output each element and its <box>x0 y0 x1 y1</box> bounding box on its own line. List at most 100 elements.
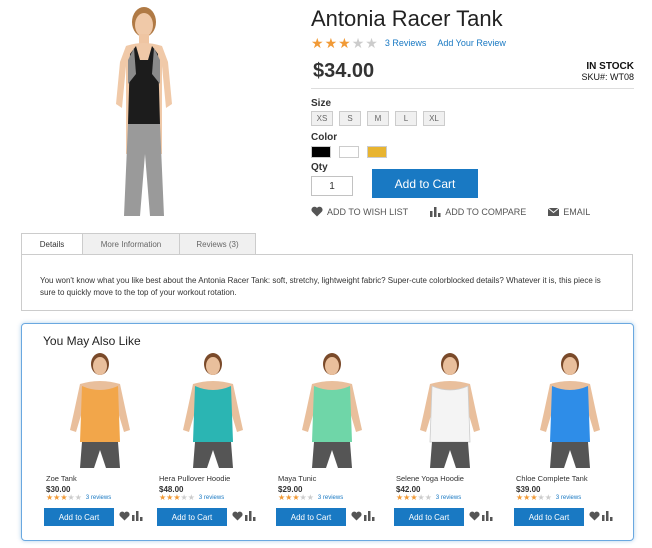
compare-icon[interactable] <box>245 511 256 521</box>
star-icon: ★ <box>74 493 82 502</box>
size-swatch-m[interactable]: M <box>367 111 389 126</box>
star-icon: ★ <box>410 493 418 502</box>
color-label: Color <box>311 132 338 143</box>
related-reviews-link[interactable]: 3 reviews <box>436 495 461 501</box>
qty-input[interactable]: 1 <box>311 176 353 196</box>
tab-details[interactable]: Details <box>21 233 83 255</box>
related-item-zoe-tank: Zoe Tank $30.00 ★ ★ ★ ★ ★ 3 reviews Add to Cart <box>44 350 156 526</box>
related-product-rating: ★ ★ ★ ★ ★ 3 reviews <box>516 494 581 502</box>
size-swatch-xs[interactable]: XS <box>311 111 333 126</box>
related-title: You May Also Like <box>43 334 141 348</box>
star-icon: ★ <box>292 493 300 502</box>
compare-icon[interactable] <box>602 511 613 521</box>
rating-stars: ★ ★ ★ ★ ★ <box>46 494 82 502</box>
star-icon: ★ <box>530 493 538 502</box>
compare-icon[interactable] <box>132 511 143 521</box>
product-image[interactable] <box>92 4 192 216</box>
star-icon: ★ <box>53 493 61 502</box>
star-icon: ★ <box>187 493 195 502</box>
color-swatch-yellow[interactable] <box>367 146 387 158</box>
related-add-to-cart-button[interactable]: Add to Cart <box>276 508 346 526</box>
related-product-name[interactable]: Hera Pullover Hoodie <box>159 474 230 483</box>
related-add-to-cart-button[interactable]: Add to Cart <box>514 508 584 526</box>
heart-icon[interactable] <box>589 511 600 521</box>
email-link[interactable]: EMAIL <box>548 207 590 217</box>
star-icon: ★ <box>403 493 411 502</box>
size-swatch-xl[interactable]: XL <box>423 111 445 126</box>
related-reviews-link[interactable]: 3 reviews <box>318 495 343 501</box>
wishlist-link[interactable]: ADD TO WISH LIST <box>311 206 408 217</box>
related-product-image[interactable] <box>514 350 626 470</box>
heart-icon <box>311 206 323 217</box>
size-swatch-l[interactable]: L <box>395 111 417 126</box>
related-product-name[interactable]: Chloe Complete Tank <box>516 474 588 483</box>
heart-icon[interactable] <box>469 511 480 521</box>
related-item-hera-pullover-hoodie: Hera Pullover Hoodie $48.00 ★ ★ ★ ★ ★ 3 reviews… <box>157 350 269 526</box>
star-icon: ★ <box>285 493 293 502</box>
rating-stars: ★ ★ ★ ★ ★ <box>311 36 378 50</box>
star-icon: ★ <box>523 493 531 502</box>
star-icon: ★ <box>417 493 425 502</box>
star-icon: ★ <box>306 493 314 502</box>
related-product-rating: ★ ★ ★ ★ ★ 3 reviews <box>46 494 111 502</box>
related-products: You May Also Like Zoe Tank $30.00 ★ ★ ★ ★ ★ 3 r… <box>21 323 634 541</box>
color-swatch-black[interactable] <box>311 146 331 158</box>
star-icon: ★ <box>351 35 365 51</box>
stock-status: IN STOCK SKU#: WT08 <box>581 61 634 83</box>
heart-icon[interactable] <box>119 511 130 521</box>
product-rating: ★ ★ ★ ★ ★ 3 Reviews Add Your Review <box>311 36 506 50</box>
size-swatches: XS S M L XL <box>311 111 445 126</box>
related-reviews-link[interactable]: 3 reviews <box>199 495 224 501</box>
related-product-image[interactable] <box>394 350 506 470</box>
star-icon: ★ <box>424 493 432 502</box>
related-product-image[interactable] <box>157 350 269 470</box>
related-product-name[interactable]: Maya Tunic <box>278 474 316 483</box>
star-icon: ★ <box>299 493 307 502</box>
rating-stars: ★ ★ ★ ★ ★ <box>396 494 432 502</box>
related-product-image[interactable] <box>276 350 388 470</box>
related-product-name[interactable]: Zoe Tank <box>46 474 77 483</box>
rating-stars: ★ ★ ★ ★ ★ <box>278 494 314 502</box>
rating-stars: ★ ★ ★ ★ ★ <box>516 494 552 502</box>
star-icon: ★ <box>46 493 54 502</box>
tab-reviews[interactable]: Reviews (3) <box>180 233 256 255</box>
star-icon: ★ <box>60 493 68 502</box>
related-add-to-cart-button[interactable]: Add to Cart <box>394 508 464 526</box>
compare-label: ADD TO COMPARE <box>445 206 527 217</box>
star-icon: ★ <box>544 493 552 502</box>
related-product-name[interactable]: Selene Yoga Hoodie <box>396 474 464 483</box>
related-product-image[interactable] <box>44 350 156 470</box>
star-icon: ★ <box>278 493 286 502</box>
related-reviews-link[interactable]: 3 reviews <box>556 495 581 501</box>
related-add-to-cart-button[interactable]: Add to Cart <box>44 508 114 526</box>
color-swatch-white[interactable] <box>339 146 359 158</box>
star-icon: ★ <box>173 493 181 502</box>
star-icon: ★ <box>396 493 404 502</box>
related-item-maya-tunic: Maya Tunic $29.00 ★ ★ ★ ★ ★ 3 reviews Add to Car… <box>276 350 388 526</box>
add-to-cart-button[interactable]: Add to Cart <box>372 169 478 198</box>
sku-label: SKU#: WT08 <box>581 72 634 82</box>
compare-icon[interactable] <box>364 511 375 521</box>
compare-link[interactable]: ADD TO COMPARE <box>430 206 527 217</box>
star-icon: ★ <box>516 493 524 502</box>
related-product-rating: ★ ★ ★ ★ ★ 3 reviews <box>278 494 343 502</box>
related-add-to-cart-button[interactable]: Add to Cart <box>157 508 227 526</box>
compare-icon[interactable] <box>482 511 493 521</box>
tab-more-information[interactable]: More Information <box>83 233 180 255</box>
size-swatch-s[interactable]: S <box>339 111 361 126</box>
heart-icon[interactable] <box>351 511 362 521</box>
related-product-rating: ★ ★ ★ ★ ★ 3 reviews <box>159 494 224 502</box>
star-icon: ★ <box>338 35 351 51</box>
qty-label: Qty <box>311 162 328 173</box>
product-tabs: Details More Information Reviews (3) <box>21 233 256 255</box>
reviews-link[interactable]: 3 Reviews <box>385 38 427 48</box>
rating-stars: ★ ★ ★ ★ ★ <box>159 494 195 502</box>
add-review-link[interactable]: Add Your Review <box>437 38 506 48</box>
product-actions: ADD TO WISH LIST ADD TO COMPARE EMAIL <box>311 206 590 217</box>
star-icon: ★ <box>180 493 188 502</box>
related-product-rating: ★ ★ ★ ★ ★ 3 reviews <box>396 494 461 502</box>
heart-icon[interactable] <box>232 511 243 521</box>
related-reviews-link[interactable]: 3 reviews <box>86 495 111 501</box>
related-item-chloe-complete-tank: Chloe Complete Tank $39.00 ★ ★ ★ ★ ★ 3 reviews A… <box>514 350 626 526</box>
star-icon: ★ <box>537 493 545 502</box>
